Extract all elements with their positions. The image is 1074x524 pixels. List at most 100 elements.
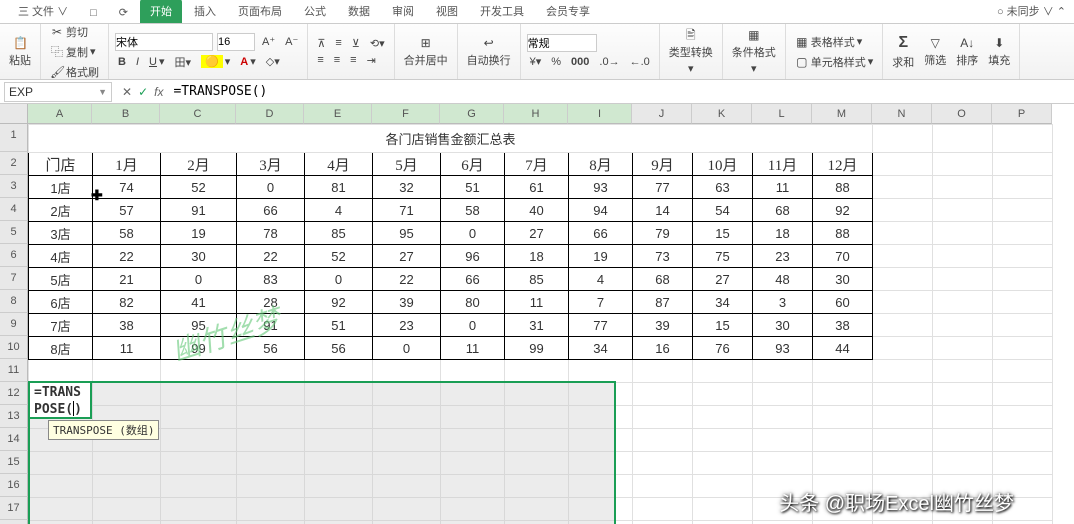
empty-cell[interactable] xyxy=(933,521,993,524)
empty-cell[interactable] xyxy=(693,521,753,524)
empty-cell[interactable] xyxy=(569,383,633,406)
data-cell[interactable]: 7店 xyxy=(29,314,93,337)
data-cell[interactable]: 79 xyxy=(633,222,693,245)
data-cell[interactable]: 4 xyxy=(569,268,633,291)
empty-cell[interactable] xyxy=(753,521,813,524)
empty-cell[interactable] xyxy=(237,360,305,383)
empty-cell[interactable] xyxy=(569,521,633,524)
ribbon-tab[interactable]: 审阅 xyxy=(382,0,424,23)
empty-cell[interactable] xyxy=(569,498,633,521)
data-cell[interactable]: 74 xyxy=(93,176,161,199)
ribbon-tab[interactable]: 公式 xyxy=(294,0,336,23)
data-cell[interactable]: 92 xyxy=(305,291,373,314)
comma-button[interactable]: 000 xyxy=(568,55,592,69)
empty-cell[interactable] xyxy=(633,498,693,521)
empty-cell[interactable] xyxy=(873,360,933,383)
data-cell[interactable]: 88 xyxy=(813,176,873,199)
row-header[interactable]: 3 xyxy=(0,175,28,198)
empty-cell[interactable] xyxy=(933,360,993,383)
data-cell[interactable]: 34 xyxy=(693,291,753,314)
empty-cell[interactable] xyxy=(633,406,693,429)
empty-cell[interactable] xyxy=(569,452,633,475)
data-cell[interactable]: 78 xyxy=(237,222,305,245)
data-cell[interactable]: 11 xyxy=(441,337,505,360)
percent-button[interactable]: % xyxy=(548,55,564,69)
data-cell[interactable]: 56 xyxy=(305,337,373,360)
data-cell[interactable]: 7 xyxy=(569,291,633,314)
column-header[interactable]: H xyxy=(504,104,568,124)
data-cell[interactable]: 39 xyxy=(633,314,693,337)
data-cell[interactable]: 76 xyxy=(693,337,753,360)
empty-cell[interactable] xyxy=(993,429,1053,452)
empty-cell[interactable] xyxy=(569,360,633,383)
row-header[interactable]: 10 xyxy=(0,336,28,359)
data-cell[interactable]: 18 xyxy=(753,222,813,245)
ribbon-tab[interactable]: 数据 xyxy=(338,0,380,23)
empty-cell[interactable] xyxy=(441,498,505,521)
cut-button[interactable]: ✂剪切 xyxy=(47,23,91,41)
empty-cell[interactable] xyxy=(933,452,993,475)
empty-cell[interactable] xyxy=(93,498,161,521)
align-top-button[interactable]: ⊼ xyxy=(314,36,328,51)
empty-cell[interactable] xyxy=(161,383,237,406)
empty-cell[interactable] xyxy=(305,429,373,452)
decrease-decimal-button[interactable]: ←.0 xyxy=(627,55,653,69)
empty-cell[interactable] xyxy=(441,475,505,498)
empty-cell[interactable] xyxy=(237,498,305,521)
conditional-format-button[interactable]: ▦条件格式▾ xyxy=(729,29,779,75)
row-header[interactable]: 13 xyxy=(0,405,28,428)
empty-cell[interactable] xyxy=(441,521,505,524)
data-cell[interactable]: 92 xyxy=(813,199,873,222)
data-cell[interactable]: 52 xyxy=(161,176,237,199)
data-cell[interactable]: 60 xyxy=(813,291,873,314)
data-cell[interactable]: 48 xyxy=(753,268,813,291)
empty-cell[interactable] xyxy=(993,360,1053,383)
font-color-button[interactable]: A▾ xyxy=(237,54,258,69)
empty-cell[interactable] xyxy=(161,498,237,521)
empty-cell[interactable] xyxy=(29,521,93,524)
increase-font-button[interactable]: A⁺ xyxy=(259,34,278,49)
data-cell[interactable]: 88 xyxy=(813,222,873,245)
column-header[interactable]: D xyxy=(236,104,304,124)
row-header[interactable]: 16 xyxy=(0,474,28,497)
data-cell[interactable]: 21 xyxy=(93,268,161,291)
data-cell[interactable]: 71 xyxy=(373,199,441,222)
empty-cell[interactable] xyxy=(873,383,933,406)
column-header[interactable]: C xyxy=(160,104,236,124)
empty-cell[interactable] xyxy=(441,406,505,429)
empty-cell[interactable] xyxy=(93,360,161,383)
empty-cell[interactable] xyxy=(373,452,441,475)
clear-format-button[interactable]: ◇▾ xyxy=(263,54,283,69)
row-header[interactable]: 5 xyxy=(0,221,28,244)
data-cell[interactable]: 93 xyxy=(569,176,633,199)
empty-cell[interactable] xyxy=(993,406,1053,429)
empty-cell[interactable] xyxy=(993,383,1053,406)
empty-cell[interactable] xyxy=(633,429,693,452)
column-header[interactable]: O xyxy=(932,104,992,124)
empty-cell[interactable] xyxy=(933,406,993,429)
empty-cell[interactable] xyxy=(237,383,305,406)
table-header-cell[interactable]: 10月 xyxy=(693,153,753,176)
border-button[interactable]: 田▾ xyxy=(172,53,195,71)
table-header-cell[interactable]: 门店 xyxy=(29,153,93,176)
data-cell[interactable]: 44 xyxy=(813,337,873,360)
underline-button[interactable]: U▾ xyxy=(146,54,167,69)
empty-cell[interactable] xyxy=(93,452,161,475)
data-cell[interactable]: 30 xyxy=(753,314,813,337)
data-cell[interactable]: 19 xyxy=(161,222,237,245)
data-cell[interactable]: 93 xyxy=(753,337,813,360)
empty-cell[interactable] xyxy=(29,498,93,521)
empty-cell[interactable] xyxy=(693,406,753,429)
ribbon-tab[interactable]: 开始 xyxy=(140,0,182,23)
data-cell[interactable]: 95 xyxy=(373,222,441,245)
ribbon-tab[interactable]: 会员专享 xyxy=(536,0,600,23)
empty-cell[interactable] xyxy=(569,475,633,498)
table-header-cell[interactable]: 11月 xyxy=(753,153,813,176)
increase-decimal-button[interactable]: .0→ xyxy=(596,55,622,69)
ribbon-tab[interactable]: 插入 xyxy=(184,0,226,23)
empty-cell[interactable] xyxy=(441,360,505,383)
empty-cell[interactable] xyxy=(753,406,813,429)
empty-cell[interactable] xyxy=(569,429,633,452)
currency-button[interactable]: ¥▾ xyxy=(527,54,545,69)
empty-cell[interactable] xyxy=(505,429,569,452)
